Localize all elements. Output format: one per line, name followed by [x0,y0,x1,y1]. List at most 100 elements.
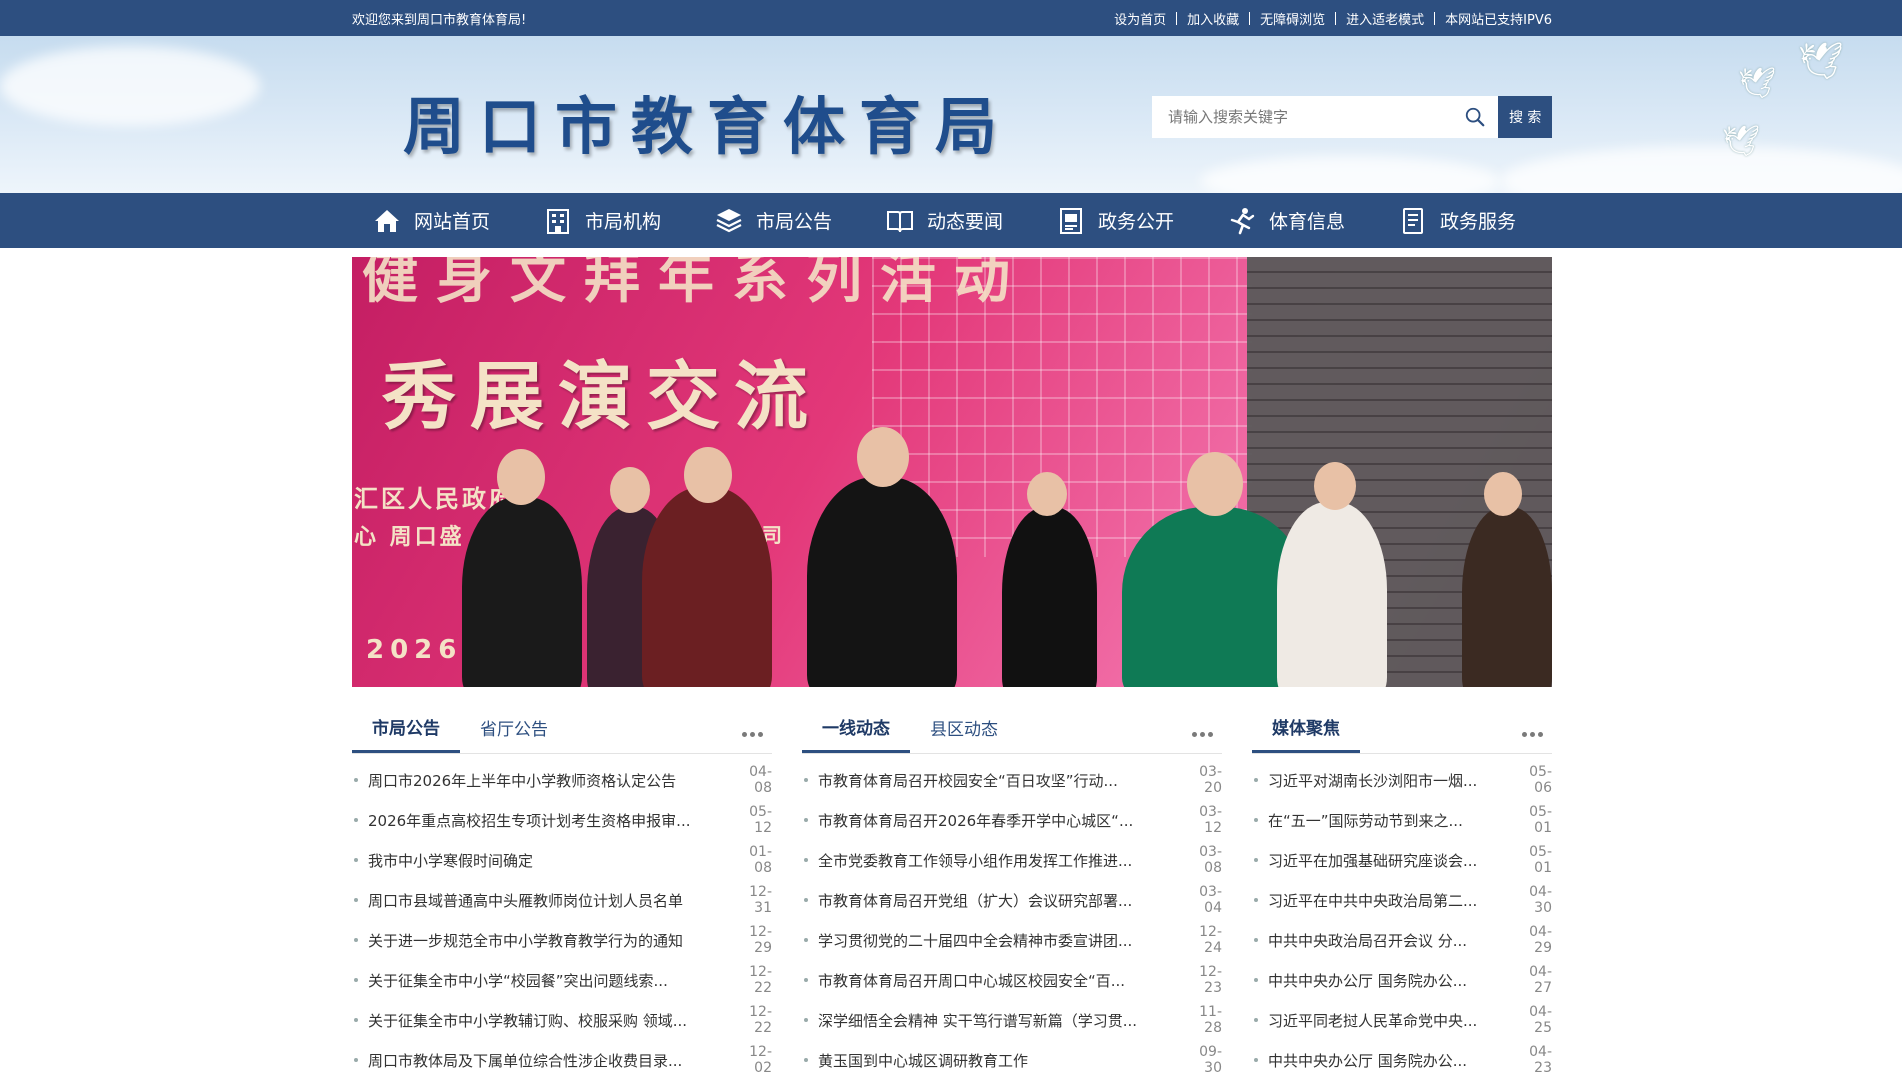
list-item[interactable]: 习近平在加强基础研究座谈会... 05-01 [1252,840,1552,880]
banner-figure-head [610,467,650,513]
list-item[interactable]: 市教育体育局召开2026年春季开学中心城区“... 03-12 [802,800,1222,840]
search-input[interactable] [1152,96,1499,138]
list-item[interactable]: 市教育体育局召开校园安全“百日攻坚”行动... 03-20 [802,760,1222,800]
list-item[interactable]: 习近平对湖南长沙浏阳市一烟... 05-06 [1252,760,1552,800]
list-item-title: 周口市2026年上半年中小学教师资格认定公告 [368,771,677,790]
banner-figure [1002,507,1097,687]
tab-media-focus[interactable]: 媒体聚焦 [1252,707,1360,753]
book-icon [887,210,913,232]
banner-figure [1462,507,1552,687]
list-item[interactable]: 中共中央办公厅 国务院办公... 04-27 [1252,960,1552,1000]
list-item[interactable]: 黄玉国到中心城区调研教育工作 09-30 [802,1040,1222,1080]
banner-figure [462,497,582,687]
list-item-date: 11-28 [1199,1004,1222,1036]
bullet-dot [804,1058,808,1062]
nav-item-home[interactable]: 网站首页 [372,193,543,248]
welcome-text: 欢迎您来到周口市教育体育局! [352,13,527,28]
more-icon[interactable] [742,722,770,738]
nav-item-label: 政务公开 [1098,211,1175,233]
home-icon [375,209,399,232]
search-icon[interactable] [1464,106,1486,128]
list-item[interactable]: 关于征集全市中小学“校园餐”突出问题线索... 12-22 [352,960,772,1000]
bullet-dot [1254,778,1258,782]
dynamics-panel: 一线动态 县区动态 市教育体育局召开校园安全“百日攻坚”行动... 03-20 市… [802,708,1222,1080]
tab-frontline-news[interactable]: 一线动态 [802,707,910,753]
bullet-dot [354,978,358,982]
list-item-title: 习近平同老挝人民革命党中央... [1268,1011,1478,1030]
list-item[interactable]: 市教育体育局召开党组（扩大）会议研究部署... 03-04 [802,880,1222,920]
list-item[interactable]: 中共中央政治局召开会议 分... 04-29 [1252,920,1552,960]
list-item[interactable]: 习近平同老挝人民革命党中央... 04-25 [1252,1000,1552,1040]
cloud-decoration [1200,156,1500,193]
banner-figure [807,477,957,687]
list-item-date: 12-22 [749,964,772,996]
list-item-title: 黄玉国到中心城区调研教育工作 [818,1051,1029,1070]
bullet-dot [804,1018,808,1022]
bullet-dot [1254,898,1258,902]
nav-item-label: 市局公告 [756,211,833,233]
list-item-date: 04-25 [1529,1004,1552,1036]
list-item[interactable]: 深学细悟全会精神 实干笃行谱写新篇（学习贯... 11-28 [802,1000,1222,1040]
media-list: 习近平对湖南长沙浏阳市一烟... 05-06 在“五一”国际劳动节到来之... 05… [1252,760,1552,1080]
bullet-dot [804,978,808,982]
list-item[interactable]: 习近平在中共中央政治局第二... 04-30 [1252,880,1552,920]
divider [1335,12,1337,25]
banner-figure-head [857,427,909,487]
banner-figure-head [1027,472,1067,516]
list-item-title: 关于征集全市中小学教辅订购、校服采购 领域... [368,1011,688,1030]
list-item[interactable]: 周口市2026年上半年中小学教师资格认定公告 04-08 [352,760,772,800]
divider [1176,12,1178,25]
list-item[interactable]: 2026年重点高校招生专项计划考生资格申报审... 05-12 [352,800,772,840]
nav-item-bureau-notice[interactable]: 市局公告 [714,193,885,248]
banner-side-text: 心 周口盛 [354,525,465,550]
list-item-title: 市教育体育局召开2026年春季开学中心城区“... [818,811,1134,830]
cloud-decoration [0,46,260,126]
list-item[interactable]: 市教育体育局召开周口中心城区校园安全“百... 12-23 [802,960,1222,1000]
nav-item-sports[interactable]: 体育信息 [1227,193,1398,248]
site-logo-title[interactable]: 周口市教育体育局 [403,76,1011,166]
list-item[interactable]: 关于征集全市中小学教辅订购、校服采购 领域... 12-22 [352,1000,772,1040]
banner-carousel[interactable]: 健身文拜年系列活动 秀展演交流 汇区人民政府 心 周口盛 公司 2026年 [352,257,1552,687]
list-item[interactable]: 中共中央办公厅 国务院办公... 04-23 [1252,1040,1552,1080]
nav-item-gov-service[interactable]: 政务服务 [1398,193,1569,248]
dove-icon: 🕊 [1798,41,1844,82]
more-icon[interactable] [1192,722,1220,738]
banner-figure-head [1314,462,1356,510]
nav-item-label: 市局机构 [585,211,662,233]
list-item-title: 周口市县域普通高中头雁教师岗位计划人员名单 [368,891,684,910]
nav-item-bureau-org[interactable]: 市局机构 [543,193,714,248]
bullet-dot [1254,858,1258,862]
more-icon[interactable] [1522,722,1550,738]
dynamics-tabs: 一线动态 县区动态 [802,708,1222,754]
list-item-date: 04-29 [1529,924,1552,956]
list-item-date: 05-12 [749,804,772,836]
elderly-mode-link[interactable]: 进入适老模式 [1346,9,1424,28]
list-item-title: 关于征集全市中小学“校园餐”突出问题线索... [368,971,668,990]
bullet-dot [804,818,808,822]
list-item[interactable]: 我市中小学寒假时间确定 01-08 [352,840,772,880]
list-item[interactable]: 学习贯彻党的二十届四中全会精神市委宣讲团... 12-24 [802,920,1222,960]
add-favorite-link[interactable]: 加入收藏 [1187,9,1239,28]
banner-figure-head [1187,452,1243,516]
list-item[interactable]: 周口市县域普通高中头雁教师岗位计划人员名单 12-31 [352,880,772,920]
banner-figure [1277,502,1387,687]
search-button[interactable]: 搜 索 [1498,96,1552,138]
list-item-date: 12-02 [749,1044,772,1076]
tab-province-notice[interactable]: 省厅公告 [460,707,568,753]
bullet-dot [804,858,808,862]
tab-bureau-notice[interactable]: 市局公告 [352,707,460,753]
set-homepage-link[interactable]: 设为首页 [1114,9,1166,28]
tab-county-news[interactable]: 县区动态 [910,707,1018,753]
notice-list: 周口市2026年上半年中小学教师资格认定公告 04-08 2026年重点高校招生专… [352,760,772,1080]
list-item[interactable]: 周口市教体局及下属单位综合性涉企收费目录... 12-02 [352,1040,772,1080]
list-item[interactable]: 关于进一步规范全市中小学教育教学行为的通知 12-29 [352,920,772,960]
accessibility-link[interactable]: 无障碍浏览 [1260,9,1325,28]
list-item[interactable]: 全市党委教育工作领导小组作用发挥工作推进... 03-08 [802,840,1222,880]
nav-item-gov-open[interactable]: 政务公开 [1056,193,1227,248]
list-item-title: 学习贯彻党的二十届四中全会精神市委宣讲团... [818,931,1133,950]
list-item[interactable]: 在“五一”国际劳动节到来之... 05-01 [1252,800,1552,840]
nav-item-news[interactable]: 动态要闻 [885,193,1056,248]
ipv6-support-link[interactable]: 本网站已支持IPV6 [1445,9,1552,28]
list-item-title: 习近平在加强基础研究座谈会... [1268,851,1478,870]
list-item-date: 04-23 [1529,1044,1552,1076]
